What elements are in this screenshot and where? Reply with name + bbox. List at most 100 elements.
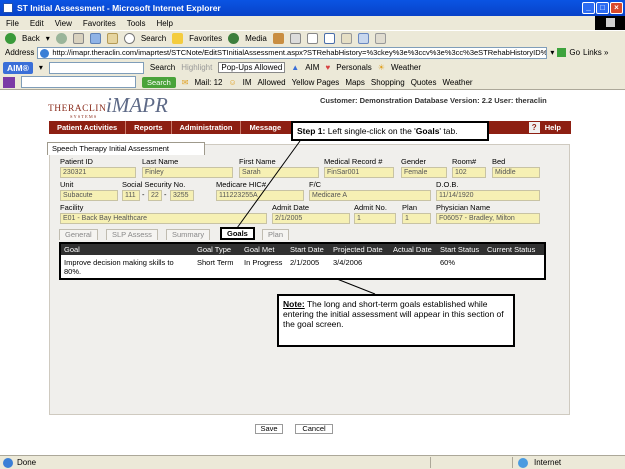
media-icon[interactable] [228, 32, 240, 44]
col-current-status[interactable]: Current Status [487, 244, 535, 255]
menu-help[interactable]: Help [156, 19, 172, 28]
history-icon[interactable] [272, 32, 284, 44]
tab-speech-therapy-initial-assessment[interactable]: Speech Therapy Initial Assessment [47, 142, 205, 155]
go-button[interactable]: Go [569, 48, 580, 57]
yahoo-allowed-button[interactable]: Allowed [258, 78, 286, 87]
cancel-button[interactable]: Cancel [295, 424, 333, 434]
nav-administration[interactable]: Administration [172, 121, 242, 134]
aim-weather-button[interactable]: Weather [391, 63, 421, 72]
media-button[interactable]: Media [245, 34, 267, 43]
aim-logo[interactable]: AIM® [3, 61, 33, 74]
gender-field[interactable]: Female [401, 167, 447, 178]
quotes-button[interactable]: Quotes [411, 78, 437, 87]
bed-field[interactable]: Middle [492, 167, 540, 178]
maps-button[interactable]: Maps [345, 78, 365, 87]
label-first-name: First Name [239, 157, 276, 166]
admit-no-field[interactable]: 1 [354, 213, 396, 224]
plan-field[interactable]: 1 [402, 213, 431, 224]
search-button[interactable]: Search [141, 34, 166, 43]
search-icon[interactable] [123, 32, 135, 44]
nav-patient-activities[interactable]: Patient Activities [49, 121, 127, 134]
col-projected-date[interactable]: Projected Date [333, 244, 383, 255]
dob-field[interactable]: 11/14/1920 [436, 190, 540, 201]
col-goal-met[interactable]: Goal Met [244, 244, 274, 255]
ssn-part3-field[interactable]: 3255 [170, 190, 194, 201]
admit-date-field[interactable]: 2/1/2005 [272, 213, 350, 224]
last-name-field[interactable]: Finley [142, 167, 233, 178]
minimize-button[interactable]: _ [582, 2, 595, 14]
favorites-star-icon[interactable] [172, 32, 184, 44]
address-dropdown-icon[interactable]: ▾ [550, 48, 554, 57]
yahoo-search-input[interactable] [21, 76, 136, 88]
facility-field[interactable]: E01 - Back Bay Healthcare [60, 213, 267, 224]
room-field[interactable]: 102 [452, 167, 486, 178]
yahoo-weather-button[interactable]: Weather [442, 78, 472, 87]
discuss-icon[interactable] [340, 32, 352, 44]
menu-favorites[interactable]: Favorites [83, 19, 116, 28]
status-divider [430, 457, 431, 468]
yahoo-mail-button[interactable]: Mail: 12 [194, 78, 222, 87]
yellow-pages-button[interactable]: Yellow Pages [292, 78, 340, 87]
tab-general[interactable]: General [59, 229, 98, 240]
messenger-icon[interactable] [357, 32, 369, 44]
tab-plan[interactable]: Plan [262, 229, 290, 240]
forward-arrow-icon[interactable] [55, 32, 67, 44]
stop-icon[interactable] [72, 32, 84, 44]
nav-message[interactable]: Message [241, 121, 289, 134]
maximize-button[interactable]: □ [596, 2, 609, 14]
tab-summary[interactable]: Summary [166, 229, 211, 240]
menu-edit[interactable]: Edit [30, 19, 44, 28]
physician-field[interactable]: F06057 - Bradley, Milton [436, 213, 540, 224]
address-input[interactable]: http://imapr.theraclin.com/imaprtest/STC… [37, 46, 548, 59]
popups-allowed-button[interactable]: Pop-Ups Allowed [218, 62, 286, 73]
ssn-part2-field[interactable]: 22 [148, 190, 162, 201]
col-start-date[interactable]: Start Date [290, 244, 324, 255]
medicare-field[interactable]: 111223255A [216, 190, 304, 201]
favorites-button[interactable]: Favorites [189, 34, 222, 43]
mail-icon[interactable] [289, 32, 301, 44]
go-arrow-icon[interactable] [557, 48, 567, 57]
research-icon[interactable] [374, 32, 386, 44]
first-name-field[interactable]: Sarah [239, 167, 319, 178]
aim-button[interactable]: AIM [305, 63, 319, 72]
unit-field[interactable]: Subacute [60, 190, 118, 201]
aim-highlight-button[interactable]: Highlight [181, 63, 212, 72]
tab-goals[interactable]: Goals [220, 227, 255, 240]
links-button[interactable]: Links » [583, 48, 608, 57]
yahoo-search-button[interactable]: Search [142, 76, 176, 88]
home-icon[interactable] [106, 32, 118, 44]
menu-view[interactable]: View [55, 19, 72, 28]
cell-start-date: 2/1/2005 [290, 258, 320, 267]
help-button[interactable]: ? Help [528, 122, 561, 133]
save-button[interactable]: Save [255, 424, 283, 434]
label-physician: Physician Name [436, 203, 491, 212]
print-icon[interactable] [306, 32, 318, 44]
back-button[interactable]: Back [22, 34, 40, 43]
fc-field[interactable]: Medicare A [309, 190, 431, 201]
tab-slp-assess[interactable]: SLP Assess [106, 229, 158, 240]
col-goal[interactable]: Goal [64, 244, 80, 255]
patient-id-field[interactable]: 230321 [60, 167, 136, 178]
col-start-status[interactable]: Start Status [440, 244, 479, 255]
address-label: Address [5, 48, 35, 57]
medical-record-field[interactable]: FinSar001 [324, 167, 394, 178]
col-actual-date[interactable]: Actual Date [393, 244, 432, 255]
aim-search-button[interactable]: Search [150, 63, 175, 72]
edit-icon[interactable] [323, 32, 335, 44]
col-goal-type[interactable]: Goal Type [197, 244, 231, 255]
personals-button[interactable]: Personals [336, 63, 372, 72]
label-dob: D.O.B. [436, 180, 459, 189]
yahoo-logo-icon[interactable] [3, 76, 15, 88]
back-dropdown-icon[interactable]: ▾ [46, 34, 50, 43]
refresh-icon[interactable] [89, 32, 101, 44]
close-button[interactable]: × [610, 2, 623, 14]
nav-reports[interactable]: Reports [126, 121, 172, 134]
ssn-part1-field[interactable]: 111 [122, 190, 140, 201]
menu-file[interactable]: File [6, 19, 19, 28]
back-arrow-icon[interactable] [5, 32, 16, 44]
yahoo-im-button[interactable]: IM [243, 78, 252, 87]
menu-tools[interactable]: Tools [127, 19, 146, 28]
aim-search-input[interactable] [48, 61, 144, 74]
aim-logo-dropdown-icon[interactable]: ▾ [39, 63, 43, 72]
shopping-button[interactable]: Shopping [371, 78, 405, 87]
